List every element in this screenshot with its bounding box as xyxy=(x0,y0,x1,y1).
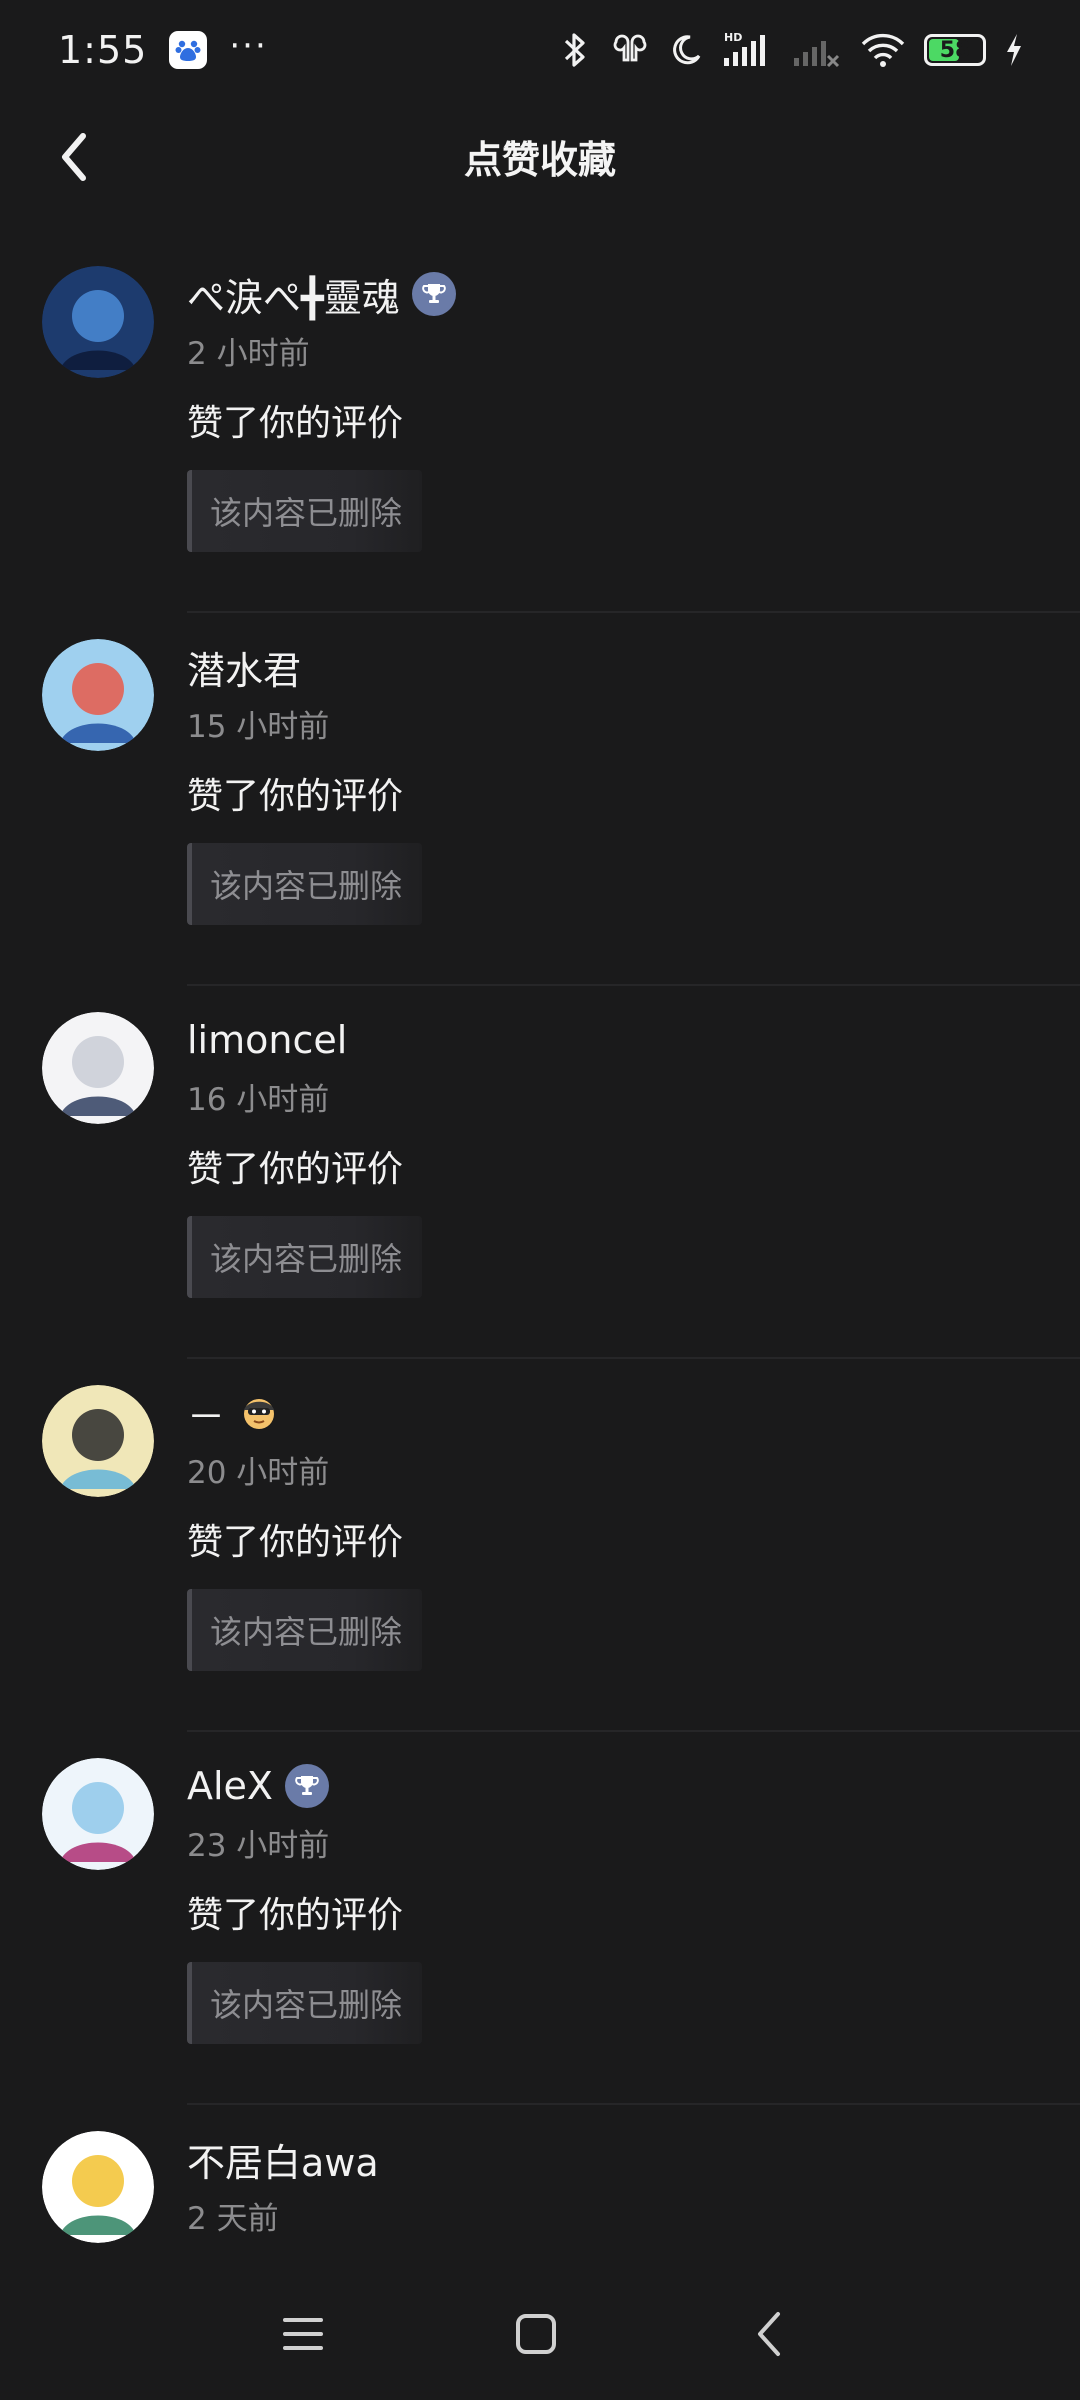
avatar[interactable] xyxy=(42,1012,154,1124)
item-body: ぺ涙ぺ╋靈魂 2 小时前赞了你的评价该内容已删除 xyxy=(187,268,1080,552)
action-text: 赞了你的评价 xyxy=(187,403,404,444)
trophy-badge-icon xyxy=(411,272,456,316)
wifi-icon xyxy=(860,30,906,70)
deleted-content-quote[interactable]: 该内容已删除 xyxy=(187,843,422,925)
hd-signal-icon: HD xyxy=(722,30,774,70)
chevron-left-icon xyxy=(62,133,86,181)
name-row: 不居白awa xyxy=(187,2133,1080,2185)
list-item[interactable]: AleX 23 小时前赞了你的评价该内容已删除 xyxy=(0,1732,1080,2105)
name-row: limoncel xyxy=(187,1014,1080,1066)
avatar[interactable] xyxy=(42,2131,154,2243)
item-body: 不居白awa 2 天前 xyxy=(187,2133,1080,2238)
item-body: 潜水君 15 小时前赞了你的评价该内容已删除 xyxy=(187,641,1080,925)
ninja-emoji-icon xyxy=(237,1391,281,1435)
deleted-content-quote[interactable]: 该内容已删除 xyxy=(187,1589,422,1671)
action-text: 赞了你的评价 xyxy=(187,1522,404,1563)
deleted-content-quote[interactable]: 该内容已删除 xyxy=(187,470,422,552)
list-item[interactable]: ぺ涙ぺ╋靈魂 2 小时前赞了你的评价该内容已删除 xyxy=(0,240,1080,613)
timestamp: 2 天前 xyxy=(187,2201,279,2237)
username[interactable]: 潜水君 xyxy=(187,640,301,695)
back-button[interactable] xyxy=(40,122,110,192)
moon-icon xyxy=(668,32,704,68)
baidu-app-icon xyxy=(169,31,208,69)
timestamp: 23 小时前 xyxy=(187,1828,330,1864)
timestamp: 16 小时前 xyxy=(187,1082,330,1118)
action-text: 赞了你的评价 xyxy=(187,1149,404,1190)
menu-icon xyxy=(283,2318,323,2350)
deleted-content-quote[interactable]: 该内容已删除 xyxy=(187,1216,422,1298)
username[interactable]: － xyxy=(187,1386,225,1441)
battery-level: 58 xyxy=(939,37,971,63)
home-button[interactable] xyxy=(506,2304,566,2364)
item-body: － 20 小时前赞了你的评价该内容已删除 xyxy=(187,1387,1080,1671)
menu-button[interactable] xyxy=(273,2304,333,2364)
back-triangle-icon xyxy=(758,2312,780,2356)
charging-icon xyxy=(1004,32,1024,68)
timestamp: 2 小时前 xyxy=(187,336,310,372)
list-item[interactable]: － 20 小时前赞了你的评价该内容已删除 xyxy=(0,1359,1080,1732)
name-row: － xyxy=(187,1387,1080,1439)
username[interactable]: ぺ涙ぺ╋靈魂 xyxy=(187,267,400,322)
deleted-content-quote[interactable]: 该内容已删除 xyxy=(187,1962,422,2044)
svg-text:HD: HD xyxy=(724,31,742,44)
home-square-icon xyxy=(516,2314,556,2354)
timestamp: 20 小时前 xyxy=(187,1455,330,1491)
username[interactable]: AleX xyxy=(187,1764,273,1808)
header: 点赞收藏 xyxy=(0,100,1080,212)
username[interactable]: limoncel xyxy=(187,1018,347,1062)
no-signal-icon xyxy=(792,30,842,70)
status-bar-right: HD 58 xyxy=(558,30,1024,70)
name-row: 潜水君 xyxy=(187,641,1080,693)
notification-list: ぺ涙ぺ╋靈魂 2 小时前 赞了你的评价 该内容已删除 潜水君 15 小时前 赞了你的评价 该内… xyxy=(0,240,1080,2400)
name-row: ぺ涙ぺ╋靈魂 xyxy=(187,268,1080,320)
username[interactable]: 不居白awa xyxy=(187,2132,379,2187)
action-text: 赞了你的评价 xyxy=(187,1895,404,1936)
list-item[interactable]: limoncel 16 小时前赞了你的评价该内容已删除 xyxy=(0,986,1080,1359)
nav-back-button[interactable] xyxy=(740,2304,800,2364)
status-bar-left: 1:55 ··· xyxy=(58,26,268,72)
status-more-dots: ··· xyxy=(229,26,268,66)
bluetooth-icon xyxy=(558,30,592,70)
status-time: 1:55 xyxy=(58,28,148,72)
status-bar: 1:55 ··· HD 58 xyxy=(0,0,1080,100)
action-text: 赞了你的评价 xyxy=(187,776,404,817)
list-item[interactable]: 潜水君 15 小时前赞了你的评价该内容已删除 xyxy=(0,613,1080,986)
avatar[interactable] xyxy=(42,1758,154,1870)
system-nav-bar xyxy=(0,2284,1080,2384)
avatar[interactable] xyxy=(42,266,154,378)
battery-icon: 58 xyxy=(924,34,986,66)
avatar[interactable] xyxy=(42,1385,154,1497)
page-title: 点赞收藏 xyxy=(463,137,616,182)
item-body: AleX 23 小时前赞了你的评价该内容已删除 xyxy=(187,1760,1080,2044)
item-body: limoncel 16 小时前赞了你的评价该内容已删除 xyxy=(187,1014,1080,1298)
trophy-badge-icon xyxy=(284,1764,329,1808)
avatar[interactable] xyxy=(42,639,154,751)
app-root: 1:55 ··· HD 58 点赞收藏 ぺ涙ぺ╋靈魂 2 小时前 赞了你的评价 … xyxy=(0,0,1080,2400)
timestamp: 15 小时前 xyxy=(187,709,330,745)
name-row: AleX xyxy=(187,1760,1080,1812)
earbuds-icon xyxy=(610,30,650,70)
